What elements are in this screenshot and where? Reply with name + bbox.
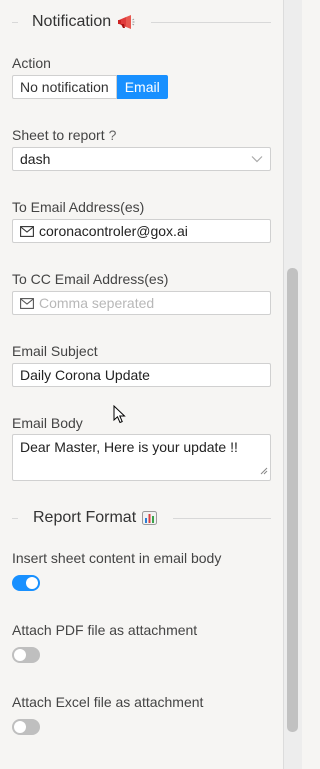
section-title: Report Format [33,509,137,526]
option-email[interactable]: Email [116,75,168,99]
resize-grip-icon[interactable] [260,462,268,478]
help-icon[interactable]: ? [109,127,117,143]
action-label: Action [12,55,51,71]
divider [12,517,18,519]
sheet-select[interactable]: dash [12,147,271,171]
divider [151,21,271,23]
option-label: Attach PDF file as attachment [12,622,198,638]
section-title: Notification [32,13,112,30]
attach-pdf-toggle[interactable] [12,647,40,663]
to-email-input[interactable]: coronacontroler@gox.ai [12,219,271,243]
toggle-knob [14,721,26,733]
sheet-label: Sheet to report? [12,127,116,143]
sheet-label-text: Sheet to report [12,127,105,143]
option-no-notification[interactable]: No notification [12,75,117,99]
scrollbar-thumb[interactable] [287,268,298,732]
megaphone-icon [117,14,135,30]
subject-label: Email Subject [12,343,98,359]
cc-email-input[interactable]: Comma seperated [12,291,271,315]
subject-input[interactable]: Daily Corona Update [12,363,271,387]
sheet-select-value: dash [20,151,51,167]
mail-icon [20,225,34,237]
subject-value: Daily Corona Update [20,367,150,383]
toggle-knob [14,649,26,661]
divider [12,21,18,23]
to-email-value: coronacontroler@gox.ai [39,223,188,239]
report-format-section-header: Report Format [12,508,271,528]
vertical-scrollbar[interactable] [283,0,302,769]
action-segmented-control: No notification Email [12,75,168,99]
notification-section-header: Notification [12,12,271,32]
bar-chart-icon [142,511,158,525]
cc-email-label: To CC Email Address(es) [12,271,169,287]
divider [173,517,271,519]
insert-content-toggle[interactable] [12,575,40,591]
chevron-down-icon [251,155,263,163]
body-label: Email Body [12,415,83,431]
mouse-cursor-icon [113,404,127,430]
option-label: Attach Excel file as attachment [12,694,204,710]
cc-email-placeholder: Comma seperated [39,295,155,311]
body-textarea[interactable]: Dear Master, Here is your update !! [12,434,271,481]
attach-excel-toggle[interactable] [12,719,40,735]
body-value: Dear Master, Here is your update !! [20,439,238,455]
mail-icon [20,297,34,309]
toggle-knob [26,577,38,589]
option-label: Insert sheet content in email body [12,550,222,566]
to-email-label: To Email Address(es) [12,199,145,215]
